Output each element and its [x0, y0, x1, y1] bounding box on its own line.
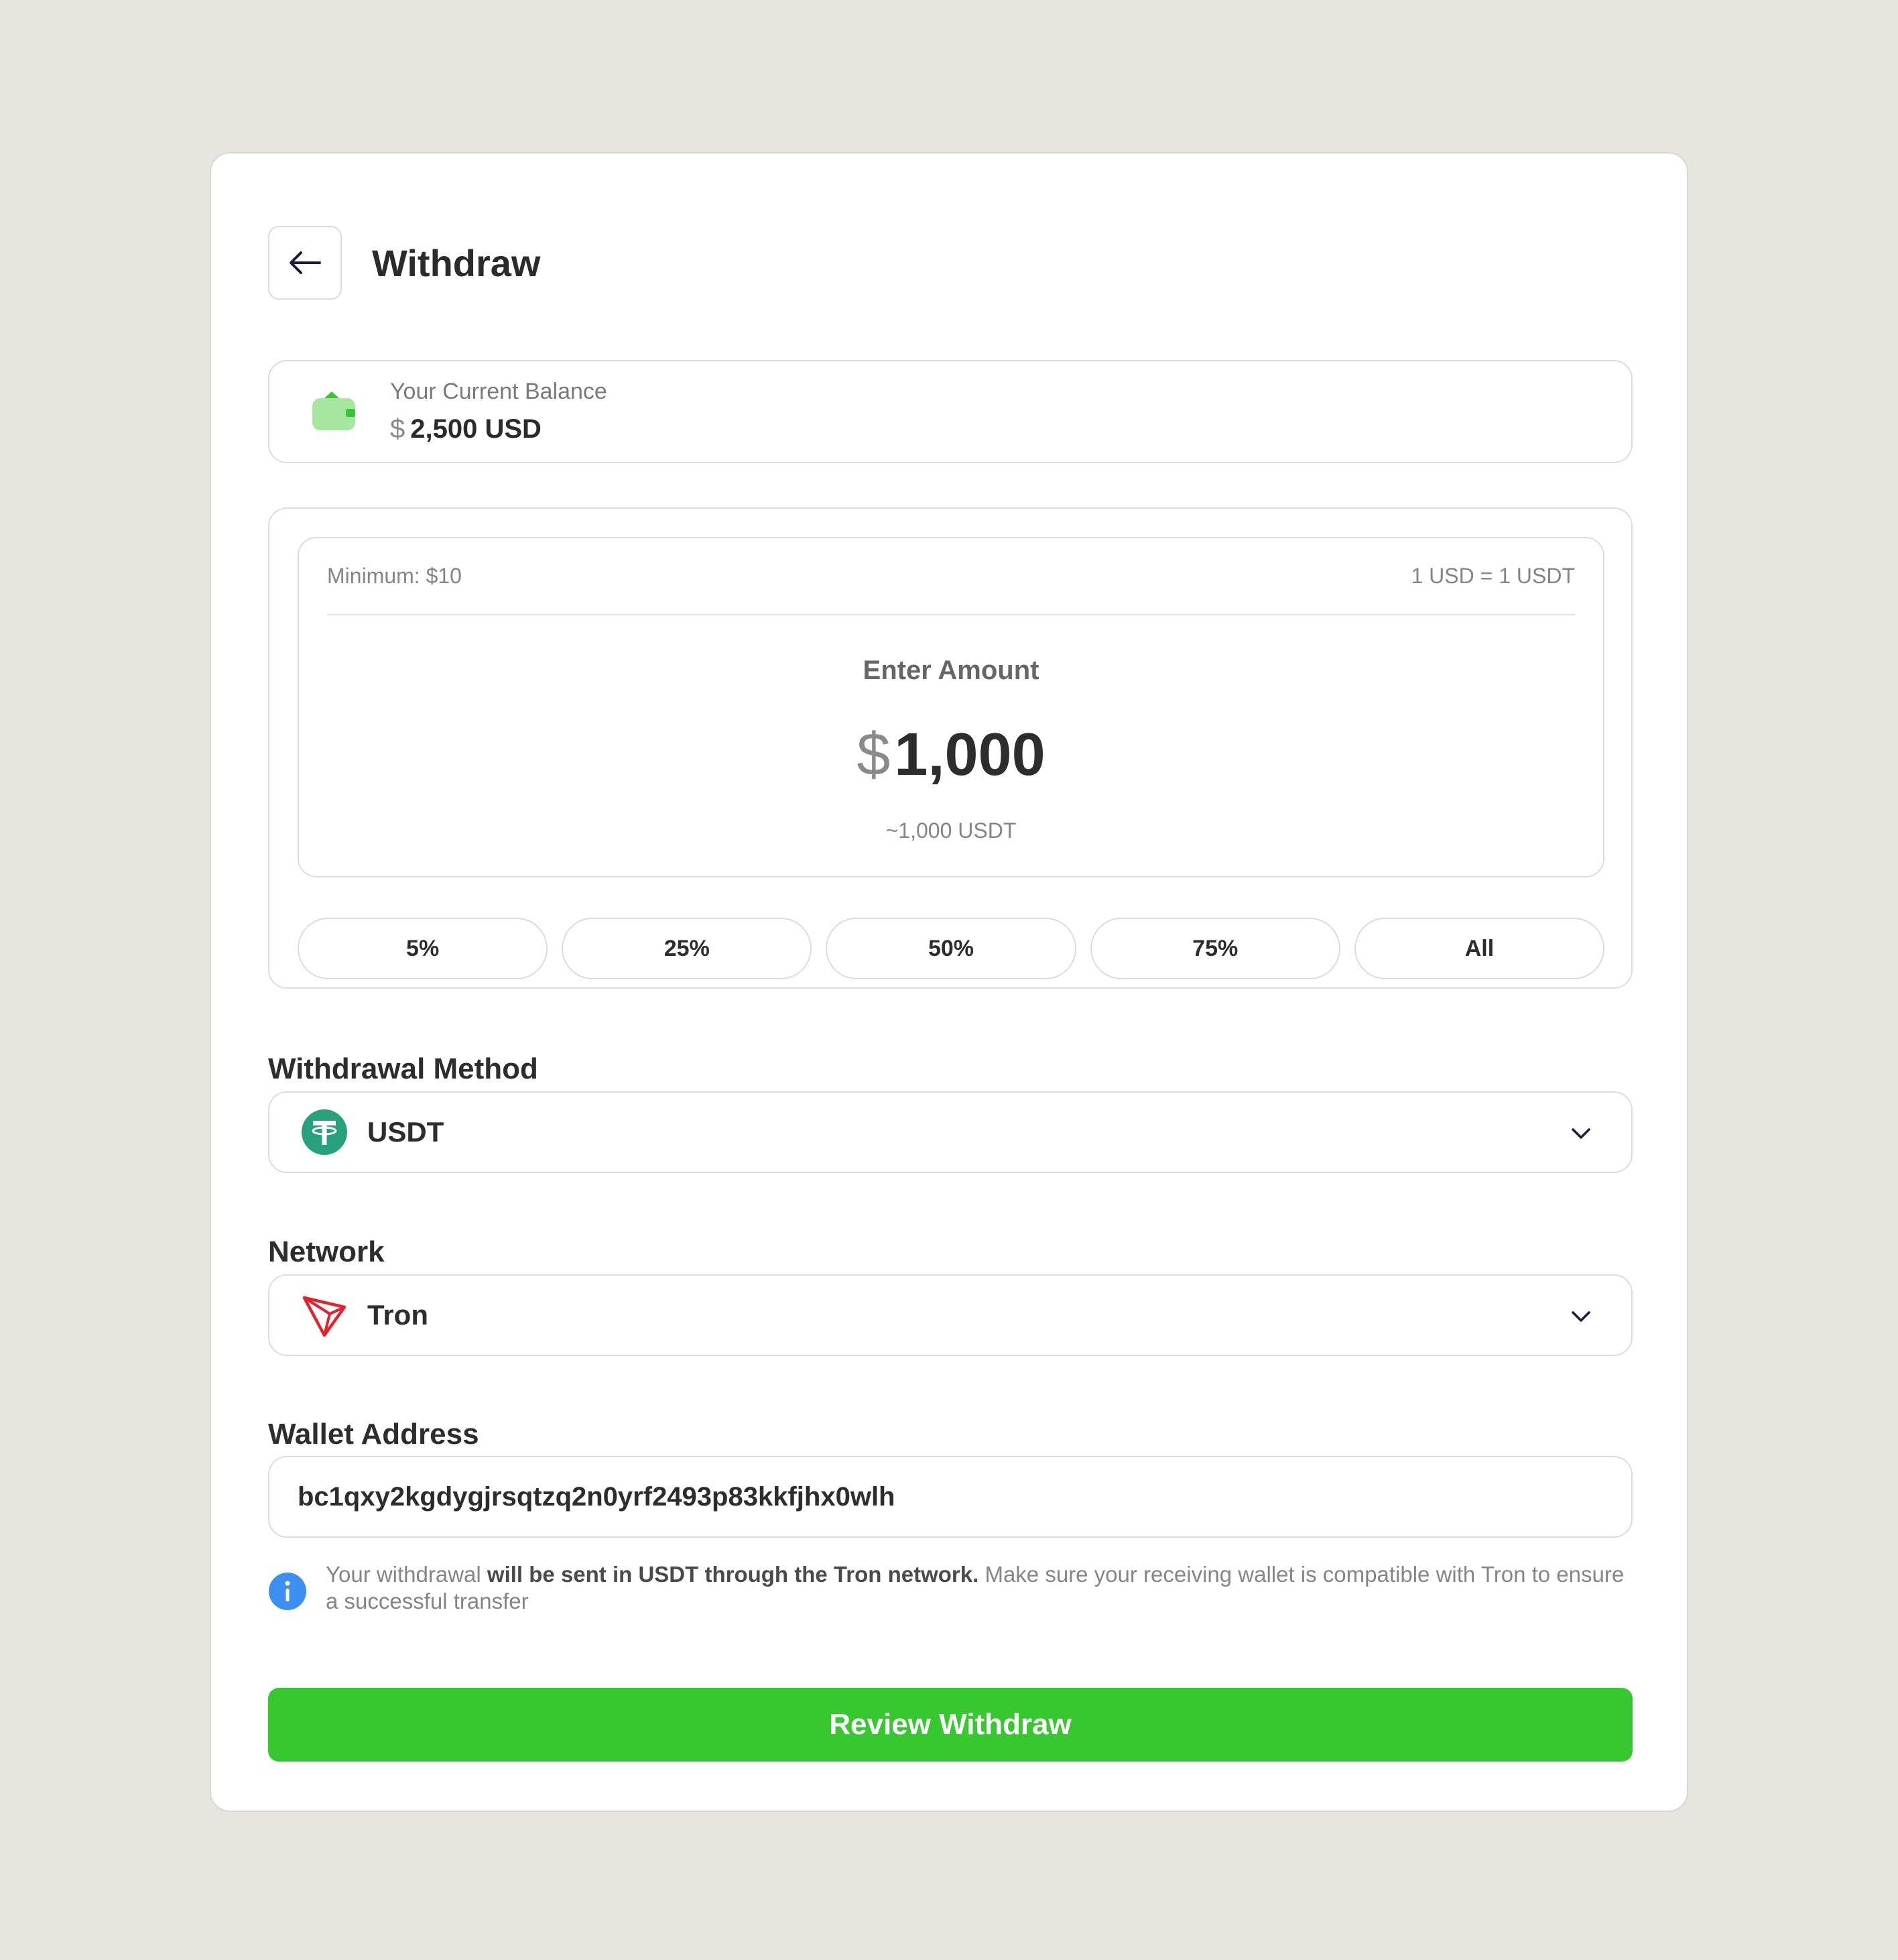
amount-input-box[interactable]: Minimum: $10 1 USD = 1 USDT Enter Amount… [298, 537, 1604, 877]
network-label: Network [268, 1235, 385, 1268]
balance-label: Your Current Balance [390, 379, 607, 404]
info-icon [269, 1573, 306, 1610]
withdrawal-method-select[interactable]: USDT [268, 1091, 1633, 1173]
enter-amount-label: Enter Amount [863, 656, 1039, 685]
exchange-rate: 1 USD = 1 USDT [1411, 564, 1575, 588]
balance-currency: $ [390, 414, 405, 444]
wallet-icon [312, 391, 355, 430]
withdraw-card: Withdraw Your Current Balance $2,500 USD… [210, 152, 1688, 1812]
info-emphasis: will be sent in USDT through the Tron ne… [487, 1562, 979, 1587]
chevron-down-icon [1572, 1311, 1590, 1322]
wallet-address-input[interactable]: bc1qxy2kgdygjrsqtzq2n0yrf2493p83kkfjhx0w… [268, 1456, 1633, 1538]
percent-options: 5% 25% 50% 75% All [298, 918, 1605, 979]
percent-all-button[interactable]: All [1354, 918, 1605, 979]
review-withdraw-button[interactable]: Review Withdraw [268, 1688, 1633, 1762]
info-notice: Your withdrawal will be sent in USDT thr… [268, 1561, 1633, 1615]
percent-5-button[interactable]: 5% [298, 918, 548, 979]
amount-currency: $ [857, 721, 891, 788]
balance-card: Your Current Balance $2,500 USD [268, 360, 1633, 463]
network-value: Tron [367, 1299, 428, 1331]
info-prefix: Your withdrawal [326, 1562, 487, 1587]
tether-icon [302, 1109, 347, 1155]
amount-value[interactable]: $1,000 [299, 721, 1603, 790]
amount-number: 1,000 [894, 721, 1046, 788]
withdrawal-method-value: USDT [367, 1116, 444, 1148]
percent-25-button[interactable]: 25% [562, 918, 812, 979]
balance-amount: 2,500 USD [410, 414, 542, 444]
chevron-down-icon [1572, 1128, 1590, 1139]
percent-75-button[interactable]: 75% [1090, 918, 1340, 979]
tron-icon [302, 1292, 347, 1338]
minimum-label: Minimum: $10 [327, 564, 462, 588]
percent-50-button[interactable]: 50% [826, 918, 1076, 979]
withdrawal-method-label: Withdrawal Method [268, 1052, 538, 1085]
network-select[interactable]: Tron [268, 1274, 1633, 1356]
info-text: Your withdrawal will be sent in USDT thr… [326, 1561, 1633, 1615]
arrow-left-icon [290, 251, 321, 274]
amount-info-row: Minimum: $10 1 USD = 1 USDT [327, 538, 1575, 615]
wallet-address-label: Wallet Address [268, 1418, 479, 1451]
header: Withdraw [268, 226, 540, 300]
amount-approx: ~1,000 USDT [885, 818, 1017, 843]
amount-panel: Minimum: $10 1 USD = 1 USDT Enter Amount… [268, 507, 1633, 989]
balance-value: $2,500 USD [390, 414, 607, 444]
page-title: Withdraw [372, 241, 541, 284]
back-button[interactable] [268, 226, 342, 300]
